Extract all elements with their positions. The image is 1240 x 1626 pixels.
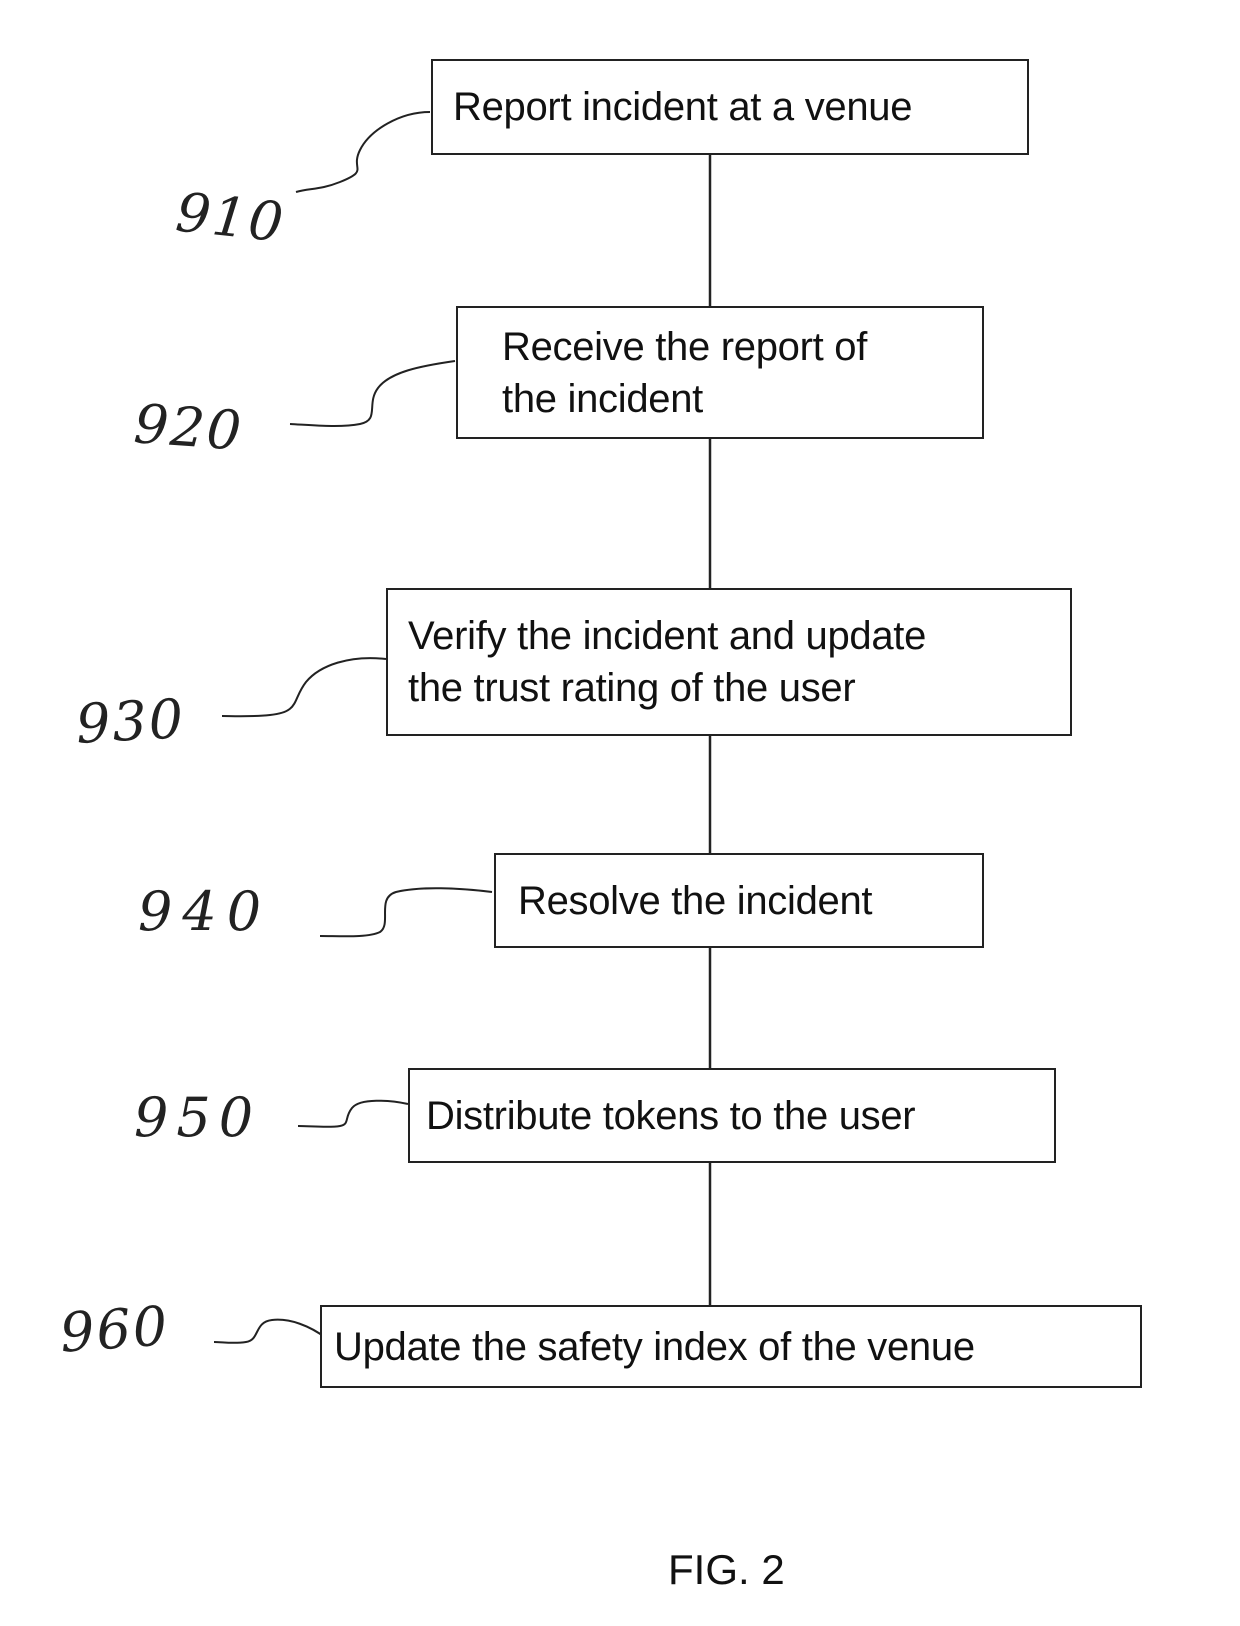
ref-numeral-920: 920 [131,392,246,463]
step-text-920-line1: Receive the report of [502,324,868,369]
step-box-920: Receive the report of the incident [456,306,984,439]
ref-numeral-960: 960 [57,1294,172,1365]
step-box-910: Report incident at a venue [431,59,1029,155]
leader-line-910 [295,111,431,193]
leader-line-930 [221,657,387,718]
step-text-920-line2: the incident [502,376,703,421]
step-box-960: Update the safety index of the venue [320,1305,1142,1388]
step-text-930-line2: the trust rating of the user [408,666,856,710]
step-text-950: Distribute tokens to the user [426,1093,916,1138]
step-text-940: Resolve the incident [518,878,873,923]
figure-caption: FIG. 2 [668,1546,785,1593]
step-box-930: Verify the incident and update the trust… [386,588,1072,736]
step-text-960: Update the safety index of the venue [334,1324,975,1369]
step-text-930-line1: Verify the incident and update [408,614,927,658]
leader-line-920 [289,360,456,427]
ref-numeral-950: 950 [134,1086,262,1149]
step-box-950: Distribute tokens to the user [408,1068,1056,1163]
leader-line-950 [297,1099,409,1128]
ref-numeral-930: 930 [74,687,187,756]
step-box-940: Resolve the incident [494,853,984,948]
leader-line-940 [319,887,493,938]
ref-numeral-940: 940 [138,880,272,943]
step-text-910: Report incident at a venue [453,85,913,129]
ref-numeral-910: 910 [173,180,289,255]
leader-line-960 [213,1318,327,1344]
